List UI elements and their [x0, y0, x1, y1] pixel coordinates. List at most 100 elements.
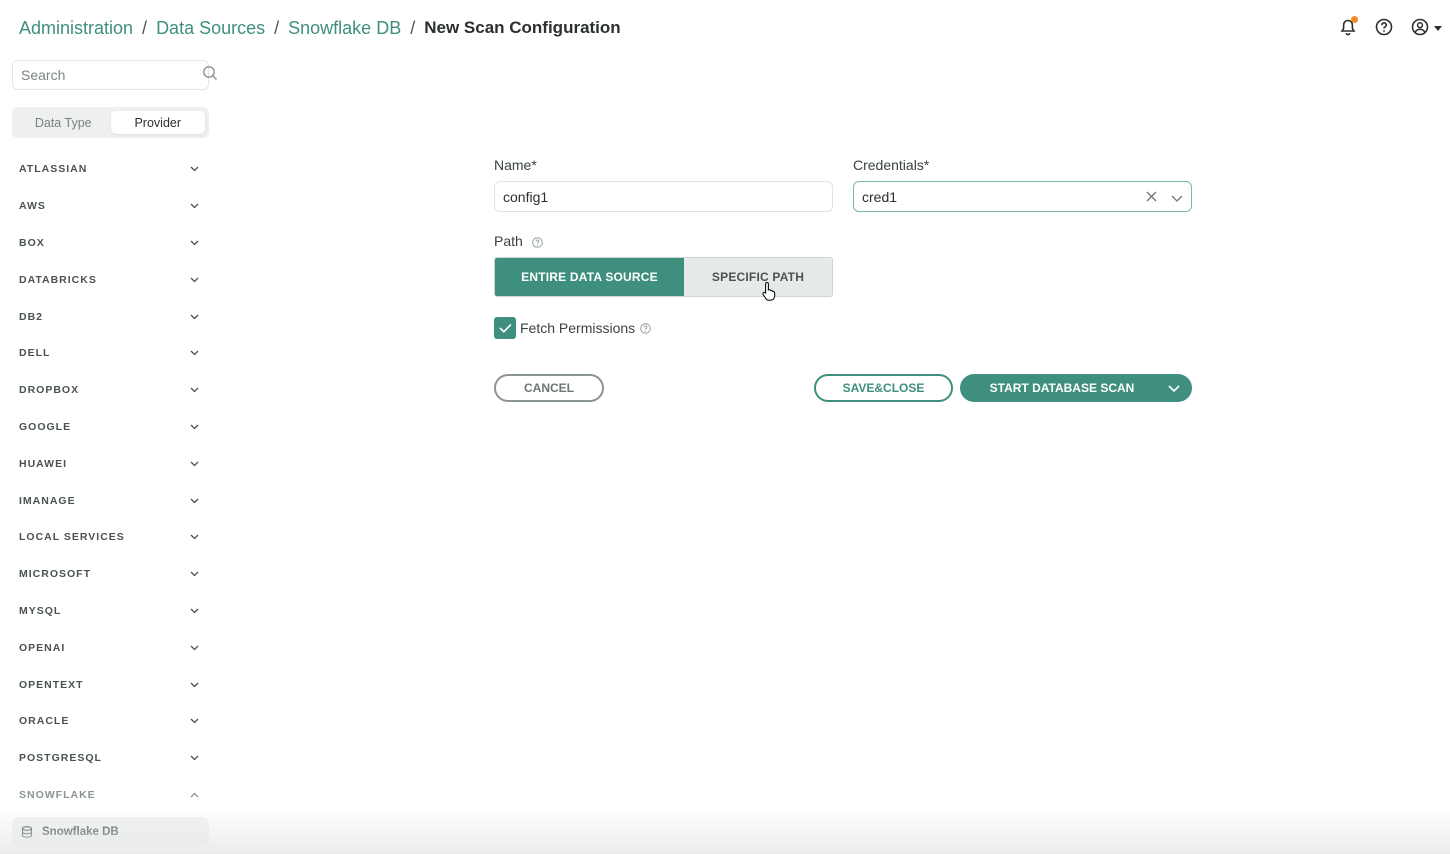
provider-openai[interactable]: OPENAI — [0, 629, 215, 666]
entire-data-source-button[interactable]: ENTIRE DATA SOURCE — [495, 258, 684, 296]
provider-label: DROPBOX — [19, 384, 80, 397]
chevron-down-icon — [190, 531, 199, 543]
path-segmented-control: ENTIRE DATA SOURCE SPECIFIC PATH — [494, 257, 833, 297]
provider-list: ATLASSIAN AWS BOX DATABRICKS DB2 DELL DR… — [0, 151, 215, 813]
provider-label: DATABRICKS — [19, 273, 97, 286]
credentials-select[interactable]: cred1 — [853, 181, 1192, 212]
provider-microsoft[interactable]: MICROSOFT — [0, 556, 215, 593]
breadcrumb-snowflake-db[interactable]: Snowflake DB — [288, 18, 401, 39]
toggle-data-type[interactable]: Data Type — [16, 111, 111, 134]
chevron-down-icon — [190, 679, 199, 691]
bell-icon[interactable] — [1337, 16, 1359, 38]
sidebar-item-snowflake-db[interactable]: Snowflake DB — [12, 817, 209, 846]
help-icon[interactable] — [1373, 16, 1395, 38]
credentials-label: Credentials* — [853, 157, 930, 173]
fetch-permissions-row: Fetch Permissions — [494, 317, 651, 339]
chevron-down-icon — [190, 274, 199, 286]
chevron-down-icon — [190, 642, 199, 654]
chevron-down-icon — [190, 347, 199, 359]
chevron-down-icon — [190, 384, 199, 396]
chevron-down-icon[interactable] — [1171, 189, 1183, 205]
provider-aws[interactable]: AWS — [0, 188, 215, 225]
view-toggle: Data Type Provider — [12, 107, 209, 138]
name-value: config1 — [503, 188, 549, 205]
provider-label: POSTGRESQL — [19, 752, 102, 765]
provider-label: ORACLE — [19, 715, 70, 728]
provider-google[interactable]: GOOGLE — [0, 409, 215, 446]
start-scan-label: START DATABASE SCAN — [989, 381, 1135, 395]
provider-label: GOOGLE — [19, 420, 72, 433]
bottom-fade — [0, 808, 1450, 854]
provider-huawei[interactable]: HUAWEI — [0, 445, 215, 482]
search-input[interactable] — [21, 67, 202, 83]
search-icon[interactable] — [202, 65, 218, 86]
header-actions — [1337, 16, 1442, 38]
save-close-button[interactable]: SAVE&CLOSE — [814, 374, 953, 402]
chevron-down-icon — [190, 568, 199, 580]
breadcrumb-separator: / — [274, 17, 280, 38]
provider-db2[interactable]: DB2 — [0, 298, 215, 335]
sidebar-item-label: Snowflake DB — [42, 825, 119, 838]
provider-label: MYSQL — [19, 604, 62, 617]
provider-atlassian[interactable]: ATLASSIAN — [0, 151, 215, 188]
breadcrumb-data-sources[interactable]: Data Sources — [156, 18, 265, 39]
provider-databricks[interactable]: DATABRICKS — [0, 261, 215, 298]
provider-snowflake[interactable]: SNOWFLAKE — [0, 777, 215, 814]
provider-label: OPENAI — [19, 641, 66, 654]
provider-label: ATLASSIAN — [19, 163, 88, 176]
specific-path-button[interactable]: SPECIFIC PATH — [684, 258, 832, 296]
database-icon — [21, 825, 33, 838]
provider-label: DELL — [19, 347, 51, 360]
provider-postgresql[interactable]: POSTGRESQL — [0, 740, 215, 777]
provider-imanage[interactable]: IMANAGE — [0, 482, 215, 519]
provider-mysql[interactable]: MYSQL — [0, 593, 215, 630]
chevron-down-icon — [190, 495, 199, 507]
start-database-scan-button[interactable]: START DATABASE SCAN — [960, 374, 1192, 402]
provider-label: LOCAL SERVICES — [19, 531, 125, 544]
chevron-down-icon — [190, 311, 199, 323]
provider-opentext[interactable]: OPENTEXT — [0, 666, 215, 703]
clear-icon[interactable] — [1146, 189, 1157, 205]
provider-local-services[interactable]: LOCAL SERVICES — [0, 519, 215, 556]
user-menu[interactable] — [1409, 16, 1442, 38]
user-icon — [1409, 16, 1431, 38]
cancel-button[interactable]: CANCEL — [494, 374, 604, 402]
chevron-down-icon — [190, 200, 199, 212]
provider-dell[interactable]: DELL — [0, 335, 215, 372]
hand-cursor-icon — [762, 281, 778, 306]
provider-label: DB2 — [19, 310, 44, 323]
provider-label: HUAWEI — [19, 457, 67, 470]
name-field[interactable]: config1 — [494, 181, 833, 212]
name-label: Name* — [494, 157, 537, 173]
help-icon[interactable] — [640, 322, 651, 334]
chevron-down-icon — [190, 715, 199, 727]
help-icon[interactable] — [531, 236, 543, 248]
breadcrumb-separator: / — [410, 17, 416, 38]
fetch-permissions-checkbox[interactable] — [494, 317, 516, 339]
chevron-down-icon — [190, 421, 199, 433]
chevron-down-icon — [190, 458, 199, 470]
provider-oracle[interactable]: ORACLE — [0, 703, 215, 740]
provider-label: IMANAGE — [19, 494, 76, 507]
chevron-down-icon — [190, 605, 199, 617]
fetch-permissions-label: Fetch Permissions — [520, 320, 636, 336]
page-title: New Scan Configuration — [424, 18, 621, 37]
chevron-down-icon[interactable] — [1156, 384, 1192, 392]
chevron-up-icon — [190, 789, 199, 801]
breadcrumb: Administration / Data Sources / Snowflak… — [19, 16, 621, 40]
provider-box[interactable]: BOX — [0, 225, 215, 262]
chevron-down-icon — [190, 237, 199, 249]
notification-dot — [1351, 16, 1358, 23]
provider-label: MICROSOFT — [19, 568, 91, 581]
path-label: Path — [494, 233, 523, 249]
toggle-provider[interactable]: Provider — [110, 111, 205, 134]
search-box — [12, 60, 217, 90]
chevron-down-icon — [190, 752, 199, 764]
provider-label: OPENTEXT — [19, 678, 84, 691]
chevron-down-icon — [190, 163, 199, 175]
provider-label: SNOWFLAKE — [19, 788, 96, 801]
provider-dropbox[interactable]: DROPBOX — [0, 372, 215, 409]
provider-label: AWS — [19, 200, 46, 213]
path-label-row: Path — [494, 233, 543, 249]
breadcrumb-administration[interactable]: Administration — [19, 18, 133, 39]
